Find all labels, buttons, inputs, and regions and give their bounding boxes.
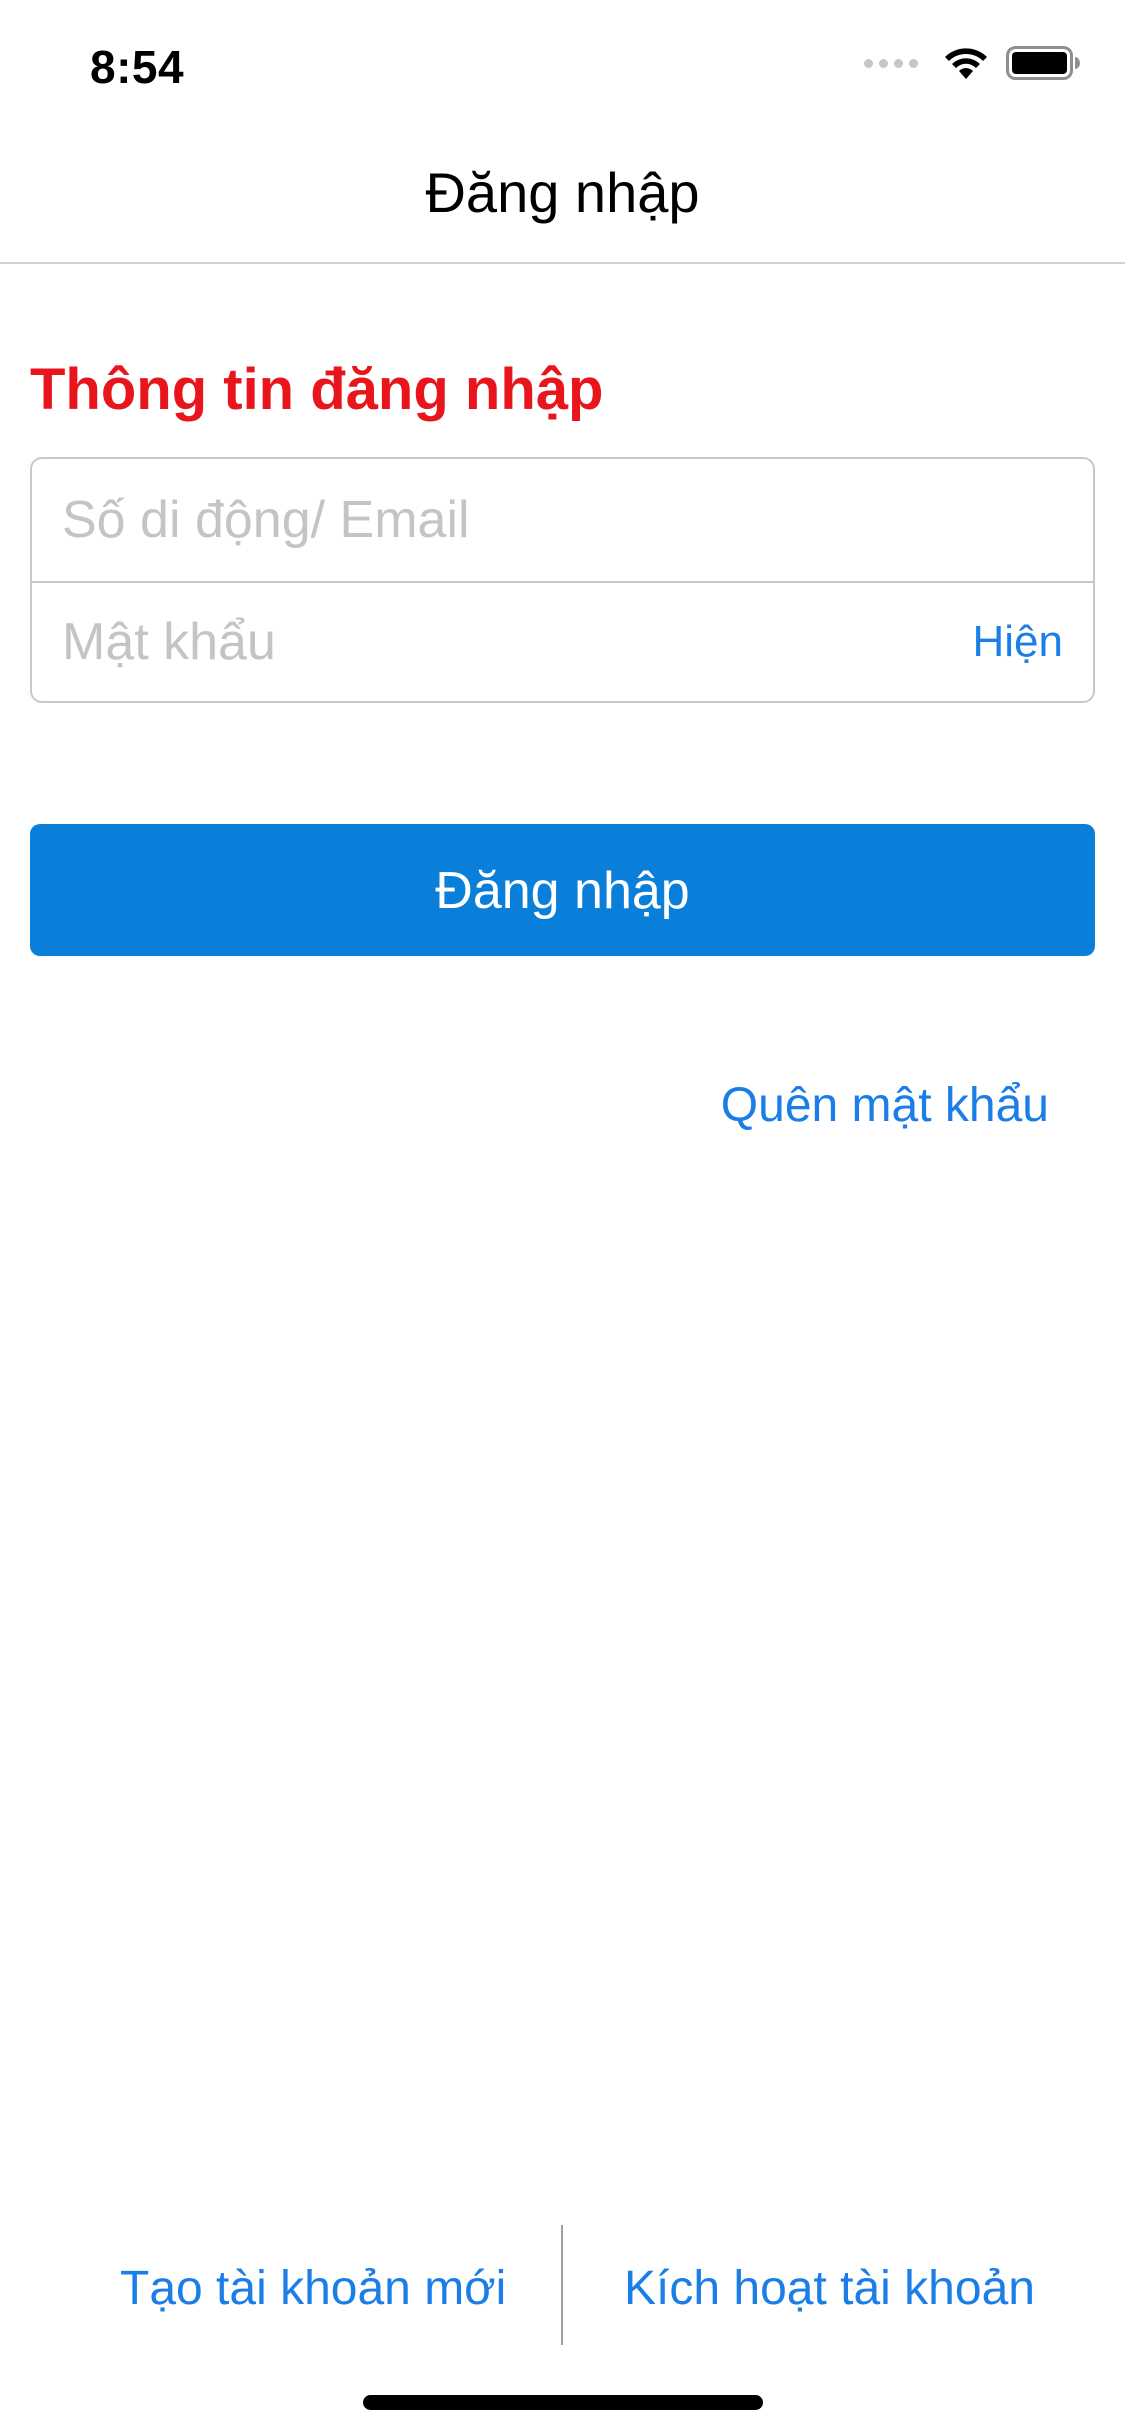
page-title: Đăng nhập bbox=[425, 161, 700, 224]
activate-account-link[interactable]: Kích hoạt tài khoản bbox=[624, 2261, 1035, 2316]
navigation-bar: Đăng nhập bbox=[0, 132, 1125, 264]
login-button[interactable]: Đăng nhập bbox=[30, 824, 1095, 956]
phone-email-input[interactable] bbox=[62, 459, 962, 581]
battery-icon bbox=[1006, 46, 1080, 80]
create-account-link[interactable]: Tạo tài khoản mới bbox=[120, 2261, 506, 2316]
home-indicator[interactable] bbox=[363, 2395, 763, 2410]
username-row bbox=[32, 459, 1093, 583]
password-row: Hiện bbox=[32, 581, 1093, 701]
password-input[interactable] bbox=[62, 581, 962, 701]
status-icons bbox=[864, 46, 1080, 80]
login-form: Hiện bbox=[30, 457, 1095, 703]
footer-divider bbox=[561, 2225, 563, 2345]
status-bar: 8:54 bbox=[0, 0, 1125, 132]
show-password-button[interactable]: Hiện bbox=[973, 617, 1064, 667]
wifi-icon bbox=[945, 48, 987, 79]
footer-links: Tạo tài khoản mới Kích hoạt tài khoản bbox=[0, 2225, 1125, 2345]
cellular-signal-icon bbox=[864, 58, 918, 68]
section-title: Thông tin đăng nhập bbox=[30, 357, 604, 422]
status-time: 8:54 bbox=[90, 41, 185, 93]
forgot-password-link[interactable]: Quên mật khẩu bbox=[721, 1078, 1049, 1133]
